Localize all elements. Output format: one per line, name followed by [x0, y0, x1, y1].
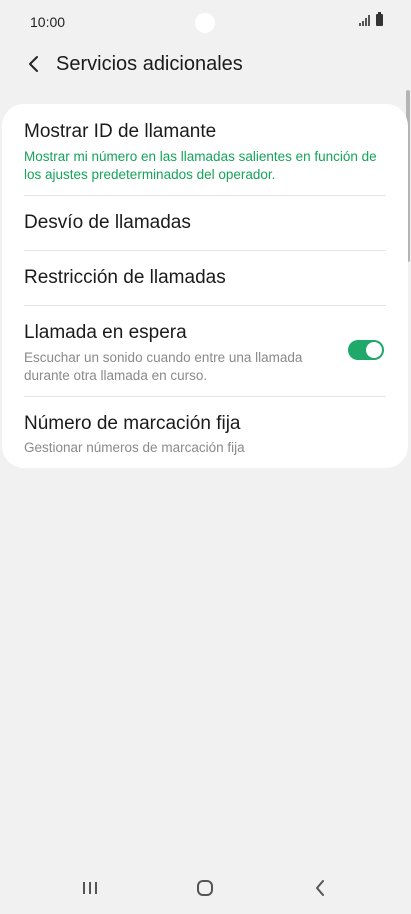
item-fixed-dialing[interactable]: Número de marcación fija Gestionar númer…: [24, 412, 386, 457]
item-subtitle: Escuchar un sonido cuando entre una llam…: [24, 350, 303, 383]
home-icon[interactable]: [185, 874, 225, 902]
item-title: Llamada en espera: [24, 322, 187, 343]
item-caller-id[interactable]: Mostrar ID de llamante Mostrar mi número…: [24, 120, 386, 184]
status-bar: 10:00: [0, 0, 411, 44]
item-subtitle: Mostrar mi número en las llamadas salien…: [24, 149, 377, 182]
item-title: Restricción de llamadas: [24, 267, 226, 288]
item-subtitle: Gestionar números de marcación fija: [24, 440, 245, 455]
divider: [24, 250, 386, 251]
page-title: Servicios adicionales: [56, 53, 243, 75]
status-icons: [359, 12, 383, 26]
back-icon[interactable]: [22, 52, 46, 76]
settings-card: Mostrar ID de llamante Mostrar mi número…: [2, 104, 408, 468]
battery-icon: [376, 12, 383, 26]
status-time: 10:00: [30, 14, 66, 30]
toggle-knob: [366, 342, 382, 358]
item-call-barring[interactable]: Restricción de llamadas: [24, 266, 386, 290]
recents-icon[interactable]: [70, 874, 110, 902]
item-title: Mostrar ID de llamante: [24, 121, 217, 142]
back-nav-icon[interactable]: [300, 874, 340, 902]
item-title: Desvío de llamadas: [24, 212, 191, 233]
camera-cutout: [195, 13, 215, 33]
divider: [24, 195, 386, 196]
navigation-bar: [0, 862, 411, 914]
item-title: Número de marcación fija: [24, 413, 241, 434]
item-call-forwarding[interactable]: Desvío de llamadas: [24, 211, 386, 235]
call-waiting-toggle[interactable]: [348, 340, 384, 360]
header: Servicios adicionales: [0, 44, 411, 88]
item-call-waiting[interactable]: Llamada en espera Escuchar un sonido cua…: [24, 321, 328, 385]
divider: [24, 396, 386, 397]
signal-icon: [359, 14, 370, 26]
divider: [24, 305, 386, 306]
